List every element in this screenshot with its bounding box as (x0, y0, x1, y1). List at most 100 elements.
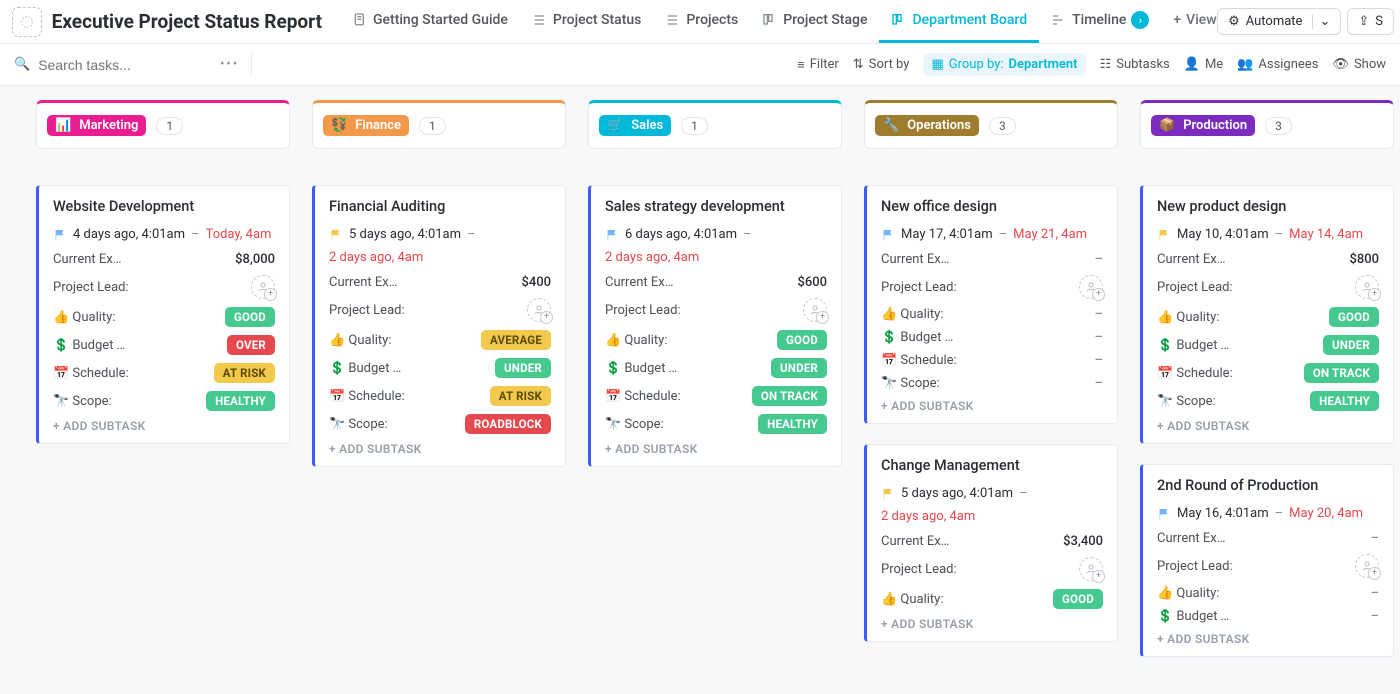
field-label: 📅 Schedule: (53, 366, 129, 381)
column-header[interactable]: 🔧Operations3 (864, 100, 1118, 149)
task-card[interactable]: 2nd Round of ProductionMay 16, 4:01am–Ma… (1140, 464, 1394, 657)
assignee-add-icon[interactable] (1355, 554, 1379, 578)
tab-label: Project Stage (783, 12, 867, 28)
field-project-lead: Project Lead: (881, 557, 1103, 581)
date-start: May 10, 4:01am (1177, 227, 1269, 242)
task-card[interactable]: New product designMay 10, 4:01am–May 14,… (1140, 185, 1394, 444)
field-value: GOOD (225, 307, 275, 327)
column-header[interactable]: 📦Production3 (1140, 100, 1394, 149)
tab-label: Projects (686, 12, 738, 28)
filter-button[interactable]: ≡ Filter (797, 57, 839, 73)
field-label: Current Ex… (881, 252, 949, 267)
show-button[interactable]: 👁 Show (1332, 57, 1386, 72)
tab-department-board[interactable]: Department Board (879, 0, 1039, 43)
assignees-button[interactable]: 👥 Assignees (1237, 57, 1318, 72)
people-icon: 👥 (1237, 57, 1253, 72)
field-value: AT RISK (490, 386, 551, 406)
task-card[interactable]: Website Development4 days ago, 4:01am–To… (36, 185, 290, 444)
share-button[interactable]: ⇪ S (1347, 8, 1394, 35)
kanban-board[interactable]: 📊Marketing1 Website Development4 days ago… (0, 86, 1400, 694)
assignee-add-icon[interactable] (1079, 557, 1103, 581)
tab-project-stage[interactable]: Project Stage (750, 0, 879, 43)
date-separator: – (1019, 486, 1028, 501)
date-separator: – (1275, 506, 1284, 521)
sort-button[interactable]: ⇅ Sort by (853, 57, 910, 72)
column-emoji: 💱 (331, 118, 347, 133)
status-badge: ON TRACK (1304, 363, 1379, 383)
column-name: Sales (631, 118, 663, 133)
date-end: Today, 4am (206, 227, 272, 242)
task-card[interactable]: Sales strategy development6 days ago, 4:… (588, 185, 842, 467)
assignee-add-icon[interactable] (803, 298, 827, 322)
field-label: Project Lead: (605, 303, 681, 318)
tab-project-status[interactable]: Project Status (520, 0, 653, 43)
flag-icon (605, 228, 619, 242)
add-subtask-button[interactable]: + ADD SUBTASK (881, 617, 1103, 631)
card-title: New office design (881, 198, 1103, 215)
page-icon-placeholder[interactable] (12, 7, 42, 37)
group-by-button[interactable]: ▦ Group by: Department (923, 53, 1085, 76)
field-label: 📅 Schedule: (1157, 366, 1233, 381)
column-count: 3 (989, 117, 1016, 135)
empty-value: – (1095, 307, 1103, 322)
field-label: Current Ex… (1157, 531, 1225, 546)
more-options-icon[interactable]: ••• (220, 57, 239, 72)
column-name: Production (1183, 118, 1247, 133)
add-view-button[interactable]: + View (1161, 0, 1217, 43)
status-badge: GOOD (1053, 589, 1103, 609)
assignee-add-icon[interactable] (1355, 275, 1379, 299)
add-subtask-button[interactable]: + ADD SUBTASK (605, 442, 827, 456)
add-subtask-button[interactable]: + ADD SUBTASK (1157, 632, 1379, 646)
assignee-add-icon[interactable] (527, 298, 551, 322)
field-value: GOOD (777, 330, 827, 350)
field-quality: 👍 Quality:GOOD (53, 307, 275, 327)
field-value: – (1095, 376, 1103, 391)
empty-value: – (1371, 586, 1379, 601)
field-value: GOOD (1053, 589, 1103, 609)
me-button[interactable]: 👤 Me (1184, 57, 1223, 72)
tab-label: Getting Started Guide (373, 12, 508, 28)
column-header[interactable]: 🛒Sales1 (588, 100, 842, 149)
assignee-add-icon[interactable] (251, 275, 275, 299)
search-box[interactable]: 🔍 (14, 57, 214, 73)
automate-button[interactable]: ⚙ Automate ⌄ (1217, 8, 1341, 35)
tab-projects[interactable]: Projects (653, 0, 750, 43)
add-subtask-button[interactable]: + ADD SUBTASK (881, 399, 1103, 413)
field-schedule: 📅 Schedule:– (881, 353, 1103, 368)
date-row: May 16, 4:01am–May 20, 4am (1157, 506, 1379, 521)
task-card[interactable]: Change Management5 days ago, 4:01am–2 da… (864, 444, 1118, 642)
column-name: Operations (907, 118, 971, 133)
column-chip: 📦Production (1151, 115, 1255, 136)
search-input[interactable] (38, 57, 188, 73)
task-card[interactable]: Financial Auditing5 days ago, 4:01am–2 d… (312, 185, 566, 467)
status-badge: GOOD (1329, 307, 1379, 327)
column-count: 1 (681, 117, 708, 135)
tab-timeline[interactable]: Timeline › (1039, 0, 1161, 43)
column-header[interactable]: 📊Marketing1 (36, 100, 290, 149)
person-icon: 👤 (1184, 57, 1200, 72)
tab-getting-started[interactable]: Getting Started Guide (340, 0, 520, 43)
assignees-label: Assignees (1258, 57, 1318, 72)
field-value: OVER (227, 335, 275, 355)
field-label: 📅 Schedule: (605, 389, 681, 404)
column-header[interactable]: 💱Finance1 (312, 100, 566, 149)
date-end: May 14, 4am (1289, 227, 1363, 242)
date-separator: – (1275, 227, 1284, 242)
assignee-add-icon[interactable] (1079, 275, 1103, 299)
field-current-ex: Current Ex…$400 (329, 275, 551, 290)
group-value: Department (1009, 57, 1078, 72)
add-subtask-button[interactable]: + ADD SUBTASK (329, 442, 551, 456)
timeline-pin-icon (1051, 12, 1067, 28)
flag-icon (53, 228, 67, 242)
field-label: 📅 Schedule: (329, 389, 405, 404)
subtasks-button[interactable]: ☷ Subtasks (1100, 57, 1170, 72)
field-value: HEALTHY (206, 391, 275, 411)
task-card[interactable]: New office designMay 17, 4:01am–May 21, … (864, 185, 1118, 424)
add-subtask-button[interactable]: + ADD SUBTASK (1157, 419, 1379, 433)
add-subtask-button[interactable]: + ADD SUBTASK (53, 419, 275, 433)
scroll-tabs-right-icon[interactable]: › (1131, 11, 1149, 29)
plus-icon: + (1173, 12, 1181, 28)
column-name: Marketing (79, 118, 138, 133)
chevron-down-icon[interactable]: ⌄ (1312, 14, 1330, 29)
tab-label: Department Board (912, 12, 1027, 28)
